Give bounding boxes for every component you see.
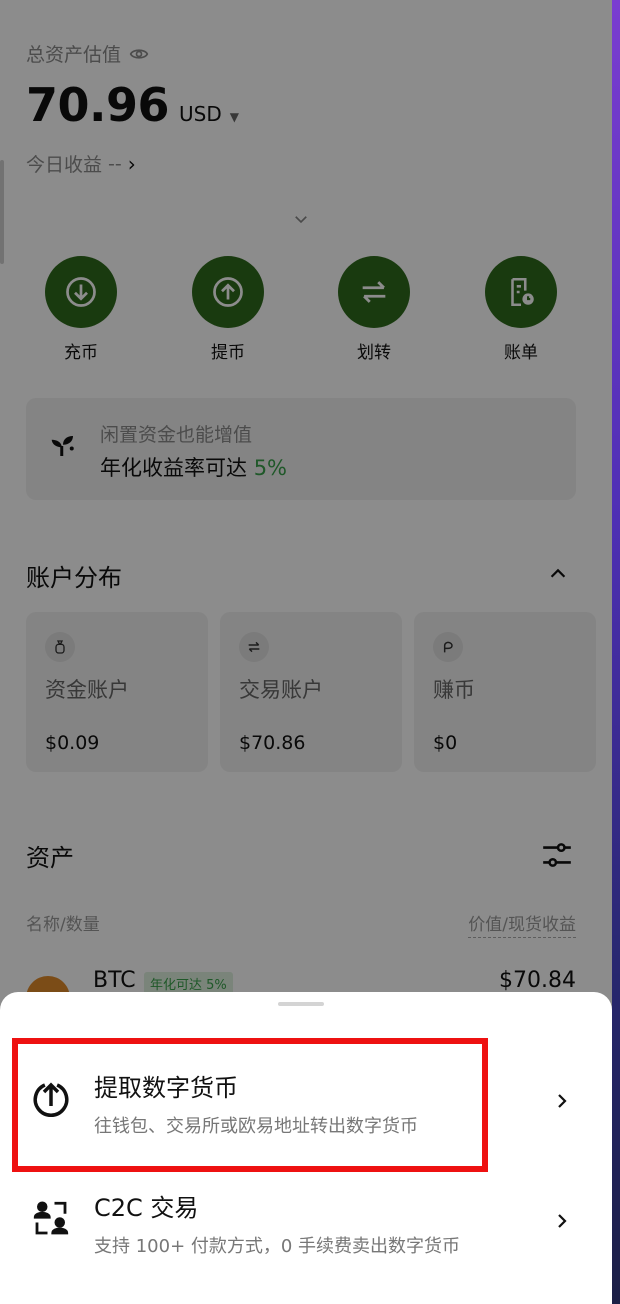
- assets-page: 总资产估值 70.96 USD ▼ 今日收益 -- › 充币 提币 划转 账单 …: [0, 0, 612, 1304]
- highlight-box: [12, 1038, 488, 1172]
- sheet-grab-handle[interactable]: [278, 1002, 324, 1006]
- c2c-users-icon: [33, 1201, 69, 1235]
- side-edge: [612, 0, 620, 1304]
- chevron-right-icon: [558, 1214, 567, 1228]
- chevron-right-icon: [558, 1094, 567, 1108]
- c2c-trade-option[interactable]: C2C 交易 支持 100+ 付款方式，0 手续费卖出数字货币: [0, 1170, 612, 1280]
